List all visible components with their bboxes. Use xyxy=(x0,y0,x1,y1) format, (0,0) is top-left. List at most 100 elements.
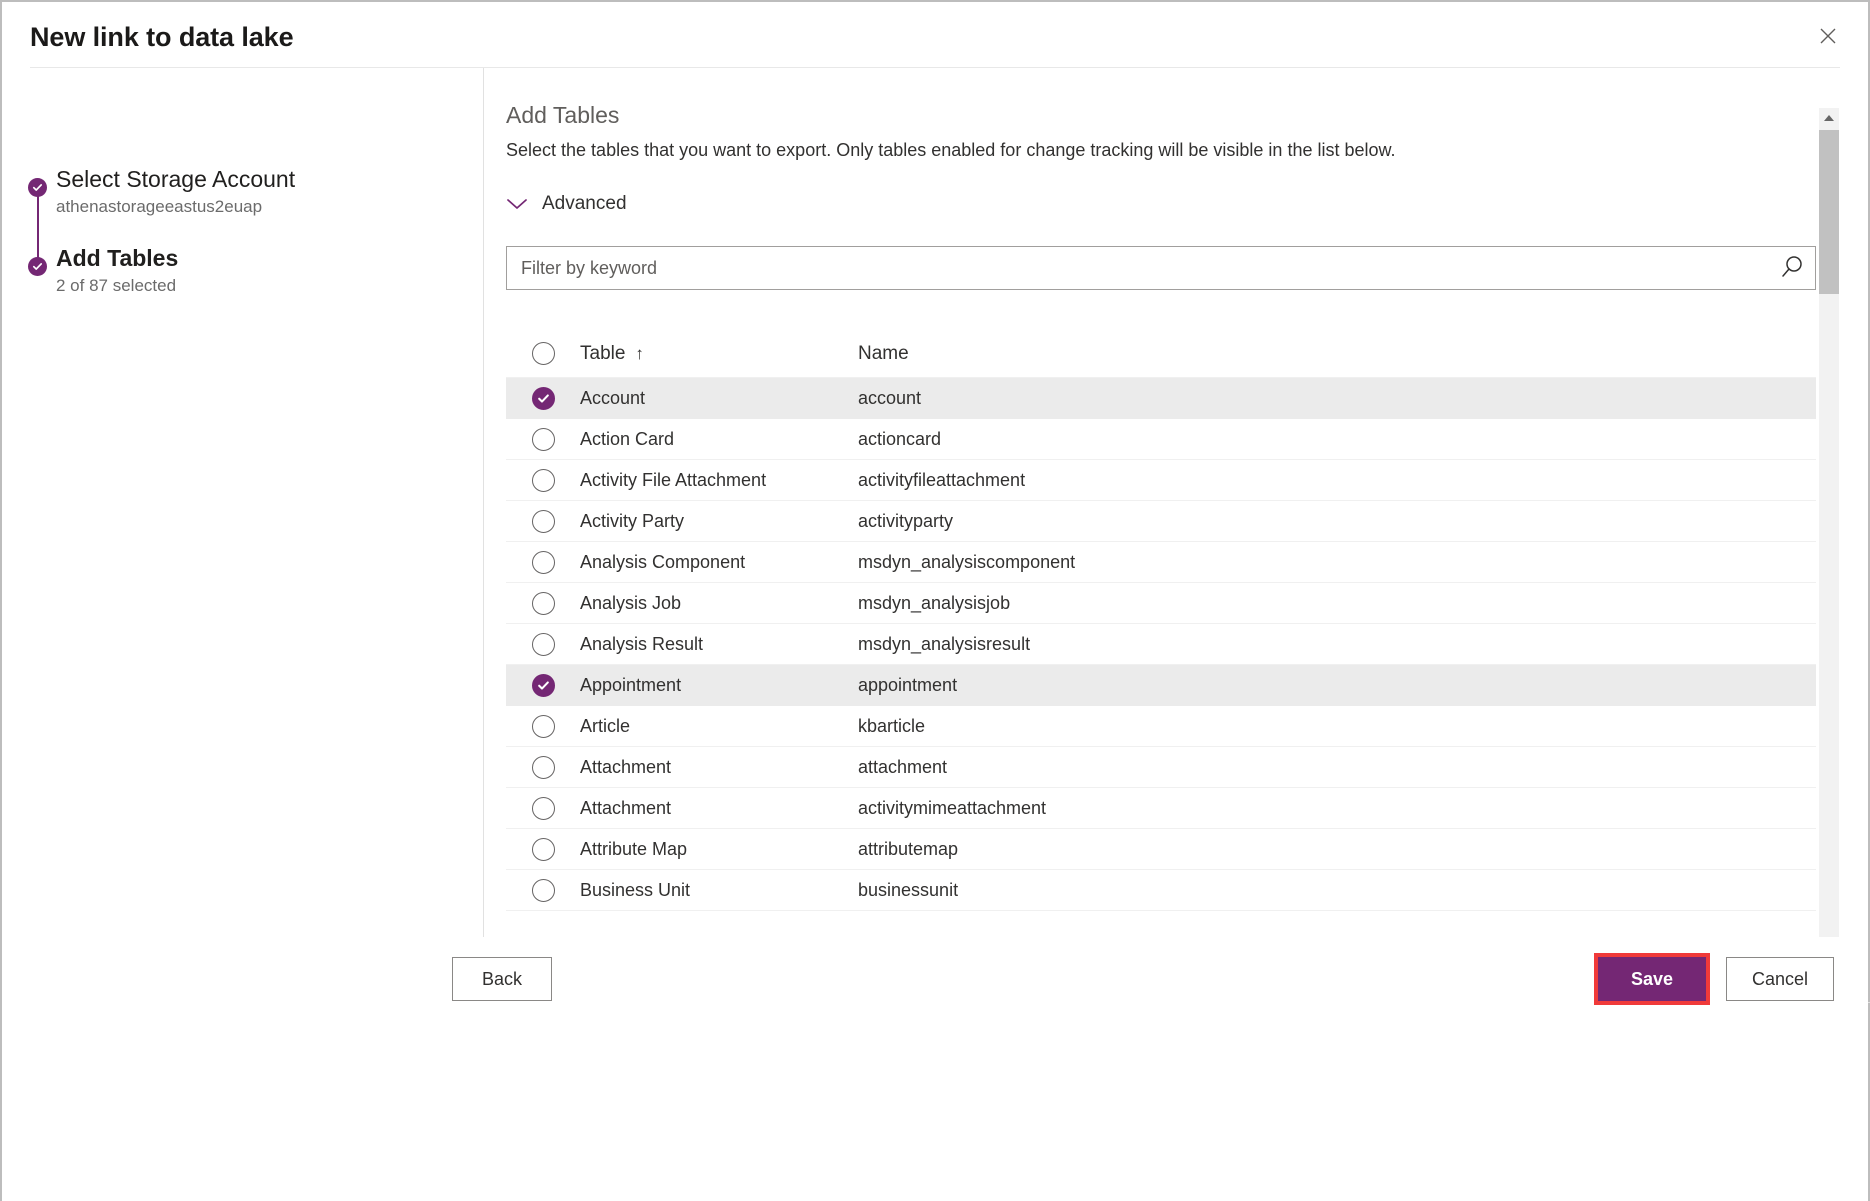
row-checkbox[interactable] xyxy=(506,879,580,902)
table-row[interactable]: Business Unitbusinessunit xyxy=(506,870,1816,911)
search-box[interactable] xyxy=(506,246,1816,290)
table-row[interactable]: Analysis Componentmsdyn_analysiscomponen… xyxy=(506,542,1816,583)
search-icon xyxy=(1779,254,1805,283)
save-button[interactable]: Save xyxy=(1598,957,1706,1001)
table-row[interactable]: Attachmentactivitymimeattachment xyxy=(506,788,1816,829)
row-name-label: attributemap xyxy=(858,839,1816,860)
triangle-up-icon xyxy=(1823,109,1835,127)
row-table-label: Attribute Map xyxy=(580,839,858,860)
row-checkbox[interactable] xyxy=(506,387,580,410)
row-name-label: actioncard xyxy=(858,429,1816,450)
dialog-footer: Back Save Cancel xyxy=(2,937,1868,1201)
checkbox-unchecked-icon xyxy=(532,879,555,902)
step-complete-check-icon xyxy=(28,178,47,197)
table-row[interactable]: Articlekbarticle xyxy=(506,706,1816,747)
checkbox-unchecked-icon xyxy=(532,342,555,365)
checkbox-unchecked-icon xyxy=(532,510,555,533)
checkbox-unchecked-icon xyxy=(532,797,555,820)
row-table-label: Account xyxy=(580,388,858,409)
scrollbar-thumb[interactable] xyxy=(1819,130,1839,294)
checkbox-unchecked-icon xyxy=(532,469,555,492)
row-checkbox[interactable] xyxy=(506,674,580,697)
table-header-row: Table↑ Name xyxy=(506,330,1816,378)
row-checkbox[interactable] xyxy=(506,756,580,779)
sort-ascending-icon: ↑ xyxy=(635,344,644,363)
page-description: Select the tables that you want to expor… xyxy=(506,140,1396,161)
wizard-rail: Select Storage Account athenastorageeast… xyxy=(2,68,483,937)
table-row[interactable]: Appointmentappointment xyxy=(506,665,1816,706)
table-row[interactable]: Attachmentattachment xyxy=(506,747,1816,788)
table-row[interactable]: Activity File Attachmentactivityfileatta… xyxy=(506,460,1816,501)
main-panel: Add Tables Select the tables that you wa… xyxy=(484,68,1838,937)
column-header-table[interactable]: Table↑ xyxy=(580,343,858,365)
checkbox-checked-icon xyxy=(532,674,555,697)
row-checkbox[interactable] xyxy=(506,469,580,492)
tables-list: Table↑ Name AccountaccountAction Cardact… xyxy=(506,330,1816,911)
dialog-title: New link to data lake xyxy=(30,22,293,53)
search-button[interactable] xyxy=(1769,247,1815,289)
step-complete-check-icon xyxy=(28,257,47,276)
row-name-label: account xyxy=(858,388,1816,409)
row-table-label: Activity Party xyxy=(580,511,858,532)
row-table-label: Activity File Attachment xyxy=(580,470,858,491)
select-all-checkbox[interactable] xyxy=(506,342,580,365)
row-name-label: attachment xyxy=(858,757,1816,778)
row-table-label: Analysis Component xyxy=(580,552,858,573)
wizard-step-sublabel: 2 of 87 selected xyxy=(56,276,176,296)
row-table-label: Attachment xyxy=(580,757,858,778)
wizard-step-label: Add Tables xyxy=(56,245,178,272)
table-rows-container: AccountaccountAction CardactioncardActiv… xyxy=(506,378,1816,911)
close-button[interactable] xyxy=(1806,16,1850,56)
row-table-label: Analysis Job xyxy=(580,593,858,614)
close-icon xyxy=(1818,26,1838,46)
row-table-label: Analysis Result xyxy=(580,634,858,655)
row-name-label: msdyn_analysisresult xyxy=(858,634,1816,655)
row-name-label: activityparty xyxy=(858,511,1816,532)
table-row[interactable]: Attribute Mapattributemap xyxy=(506,829,1816,870)
row-table-label: Article xyxy=(580,716,858,737)
row-name-label: businessunit xyxy=(858,880,1816,901)
advanced-label: Advanced xyxy=(542,193,627,215)
checkbox-unchecked-icon xyxy=(532,838,555,861)
column-header-name-label: Name xyxy=(858,343,909,364)
step-connector-line xyxy=(37,196,39,258)
row-checkbox[interactable] xyxy=(506,592,580,615)
row-name-label: kbarticle xyxy=(858,716,1816,737)
table-row[interactable]: Accountaccount xyxy=(506,378,1816,419)
row-checkbox[interactable] xyxy=(506,838,580,861)
advanced-toggle[interactable]: Advanced xyxy=(506,193,627,215)
table-row[interactable]: Activity Partyactivityparty xyxy=(506,501,1816,542)
row-name-label: activitymimeattachment xyxy=(858,798,1816,819)
row-table-label: Business Unit xyxy=(580,880,858,901)
back-button[interactable]: Back xyxy=(452,957,552,1001)
dialog-window: New link to data lake Select Storage Acc… xyxy=(0,0,1870,1201)
checkbox-unchecked-icon xyxy=(532,633,555,656)
row-checkbox[interactable] xyxy=(506,633,580,656)
checkbox-unchecked-icon xyxy=(532,551,555,574)
wizard-step-label: Select Storage Account xyxy=(56,166,295,193)
row-checkbox[interactable] xyxy=(506,551,580,574)
search-input[interactable] xyxy=(507,247,1769,289)
row-checkbox[interactable] xyxy=(506,715,580,738)
checkbox-unchecked-icon xyxy=(532,428,555,451)
table-row[interactable]: Analysis Jobmsdyn_analysisjob xyxy=(506,583,1816,624)
scrollbar-up-button[interactable] xyxy=(1819,108,1839,128)
checkbox-unchecked-icon xyxy=(532,756,555,779)
row-checkbox[interactable] xyxy=(506,797,580,820)
row-name-label: appointment xyxy=(858,675,1816,696)
column-header-name[interactable]: Name xyxy=(858,343,1816,365)
wizard-step-sublabel: athenastorageeastus2euap xyxy=(56,197,262,217)
table-row[interactable]: Analysis Resultmsdyn_analysisresult xyxy=(506,624,1816,665)
page-title: Add Tables xyxy=(506,102,619,129)
table-row[interactable]: Action Cardactioncard xyxy=(506,419,1816,460)
chevron-down-icon xyxy=(506,197,528,211)
row-checkbox[interactable] xyxy=(506,428,580,451)
dialog-titlebar: New link to data lake xyxy=(2,2,1868,68)
row-table-label: Appointment xyxy=(580,675,858,696)
row-checkbox[interactable] xyxy=(506,510,580,533)
row-table-label: Action Card xyxy=(580,429,858,450)
checkbox-checked-icon xyxy=(532,387,555,410)
row-name-label: activityfileattachment xyxy=(858,470,1816,491)
cancel-button[interactable]: Cancel xyxy=(1726,957,1834,1001)
checkbox-unchecked-icon xyxy=(532,592,555,615)
